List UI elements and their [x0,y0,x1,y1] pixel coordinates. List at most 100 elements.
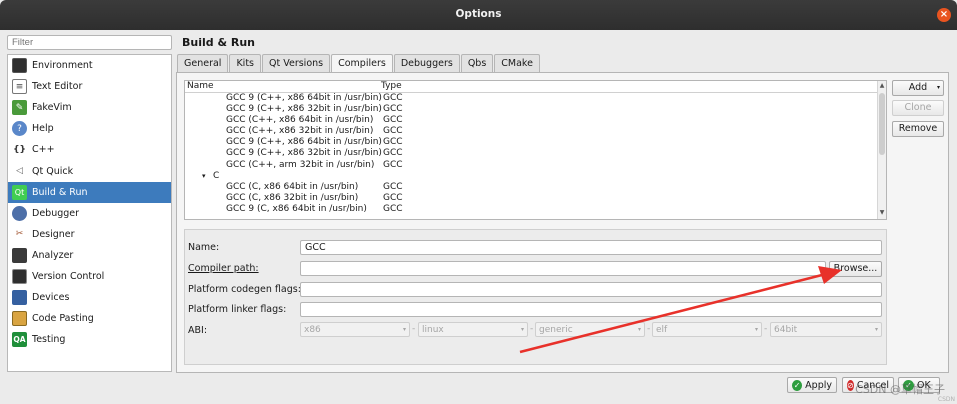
compiler-name: GCC 9 (C++, x86 64bit in /usr/bin) [226,93,382,103]
sidebar-item-code-pasting[interactable]: Code Pasting [8,308,171,329]
compiler-type: GCC [383,181,403,192]
version-control-icon [12,268,27,284]
code-pasting-icon [12,311,27,327]
chevron-down-icon: ▾ [520,326,524,333]
table-row[interactable]: GCC 9 (C++, x86 32bit in /usr/bin) GCC [185,104,886,115]
browse-button[interactable]: Browse... [829,261,882,277]
sidebar-item-designer[interactable]: ✂ Designer [8,224,171,245]
sidebar-item-debugger[interactable]: Debugger [8,203,171,224]
apply-label: Apply [805,379,832,391]
tab-qbs[interactable]: Qbs [460,54,494,72]
abi-flavor-value: generic [539,325,573,335]
cancel-icon: ⊘ [847,379,854,391]
close-icon[interactable]: × [937,8,951,22]
chevron-down-icon: ▾ [754,326,758,333]
sidebar-item-cpp[interactable]: {} C++ [8,139,171,160]
column-header-type[interactable]: Type [381,81,402,92]
sidebar-item-environment[interactable]: Environment [8,55,171,76]
debugger-icon [12,205,27,221]
sidebar-item-label: Version Control [32,270,105,282]
add-button[interactable]: Add ▾ [892,80,944,96]
sidebar-item-qt-quick[interactable]: ◁ Qt Quick [8,160,171,181]
sidebar-item-label: C++ [32,144,55,156]
sidebar-item-devices[interactable]: Devices [8,287,171,308]
table-row[interactable]: GCC (C++, x86 32bit in /usr/bin) GCC [185,126,886,137]
column-header-name[interactable]: Name [185,81,381,92]
scrollbar-thumb[interactable] [879,93,885,155]
category-list: Environment ≡ Text Editor ✎ FakeVim ? He… [7,54,172,372]
sidebar-item-label: Text Editor [32,81,83,93]
group-label: C [213,170,220,181]
clone-button[interactable]: Clone [892,100,944,116]
sidebar-item-help[interactable]: ? Help [8,118,171,139]
tree-group-c[interactable]: ▾ C [185,171,886,182]
compiler-type: GCC [383,203,403,214]
abi-separator: - [764,324,768,334]
build-run-icon: Qt [12,184,27,200]
sidebar-item-label: Devices [32,292,70,304]
table-row[interactable]: GCC 9 (C++, x86 64bit in /usr/bin) GCC [185,93,886,104]
filter-input[interactable] [7,35,172,50]
sidebar-item-build-run[interactable]: Qt Build & Run [8,181,171,203]
tab-general[interactable]: General [177,54,229,72]
tab-debuggers[interactable]: Debuggers [393,54,460,72]
name-field[interactable]: GCC [300,240,882,255]
compiler-type: GCC [383,137,403,148]
fakevim-icon: ✎ [12,100,27,116]
abi-width-value: 64bit [774,325,798,335]
chevron-down-icon: ▾ [874,326,878,333]
apply-button[interactable]: ✓ Apply [787,377,837,393]
tab-compilers[interactable]: Compilers [331,54,393,73]
sidebar-item-label: Designer [32,228,75,240]
watermark: CSDN @草帽王子 [855,383,945,396]
abi-os-select[interactable]: linux ▾ [418,322,528,337]
sidebar-item-label: FakeVim [32,102,72,114]
abi-label: ABI: [188,325,208,336]
sidebar-item-text-editor[interactable]: ≡ Text Editor [8,76,171,97]
sidebar-item-analyzer[interactable]: Analyzer [8,245,171,266]
sidebar-item-label: Testing [32,334,66,346]
tree-scrollbar[interactable]: ▲ ▼ [877,81,886,219]
abi-architecture-select[interactable]: x86 ▾ [300,322,410,337]
compiler-path-field[interactable] [300,261,826,276]
tab-qt-versions[interactable]: Qt Versions [262,54,331,72]
compiler-type: GCC [383,115,403,126]
table-row[interactable]: GCC 9 (C++, x86 32bit in /usr/bin) GCC [185,148,886,159]
sidebar-item-label: Analyzer [32,249,74,261]
sidebar-item-testing[interactable]: QA Testing [8,329,171,350]
table-row[interactable]: GCC (C, x86 64bit in /usr/bin) GCC [185,182,886,193]
compiler-type: GCC [383,93,403,103]
qt-quick-icon: ◁ [16,166,23,177]
abi-width-select[interactable]: 64bit ▾ [770,322,882,337]
sidebar-item-fakevim[interactable]: ✎ FakeVim [8,97,171,118]
compiler-name: GCC 9 (C++, x86 32bit in /usr/bin) [226,104,382,115]
compiler-name: GCC (C++, x86 32bit in /usr/bin) [226,126,374,137]
testing-icon: QA [12,332,27,348]
apply-check-icon: ✓ [792,379,803,391]
chevron-down-icon[interactable]: ▾ [202,171,213,182]
sidebar-item-label: Code Pasting [32,313,94,325]
codegen-flags-field[interactable] [300,282,882,297]
scroll-down-icon[interactable]: ▼ [878,209,886,218]
cpp-braces-icon: {} [13,144,26,155]
scroll-up-icon[interactable]: ▲ [878,82,886,91]
sidebar-item-label: Environment [32,60,93,72]
abi-flavor-select[interactable]: generic ▾ [535,322,645,337]
tab-kits[interactable]: Kits [229,54,261,72]
table-row[interactable]: GCC 9 (C++, x86 64bit in /usr/bin) GCC [185,137,886,148]
watermark-sub: CSDN [937,396,955,403]
linker-flags-label: Platform linker flags: [188,304,287,315]
compiler-type: GCC [383,192,403,203]
sidebar-item-version-control[interactable]: Version Control [8,266,171,287]
table-row[interactable]: GCC (C, x86 32bit in /usr/bin) GCC [185,193,886,204]
tree-header: Name Type [185,81,886,93]
compiler-tree[interactable]: Name Type GCC 9 (C++, x86 64bit in /usr/… [184,80,887,220]
tab-cmake[interactable]: CMake [494,54,540,72]
table-row[interactable]: GCC (C++, arm 32bit in /usr/bin) GCC [185,160,886,171]
remove-button[interactable]: Remove [892,121,944,137]
chevron-down-icon: ▾ [936,84,940,91]
abi-format-select[interactable]: elf ▾ [652,322,762,337]
table-row[interactable]: GCC 9 (C, x86 64bit in /usr/bin) GCC [185,204,886,215]
table-row[interactable]: GCC (C++, x86 64bit in /usr/bin) GCC [185,115,886,126]
linker-flags-field[interactable] [300,302,882,317]
